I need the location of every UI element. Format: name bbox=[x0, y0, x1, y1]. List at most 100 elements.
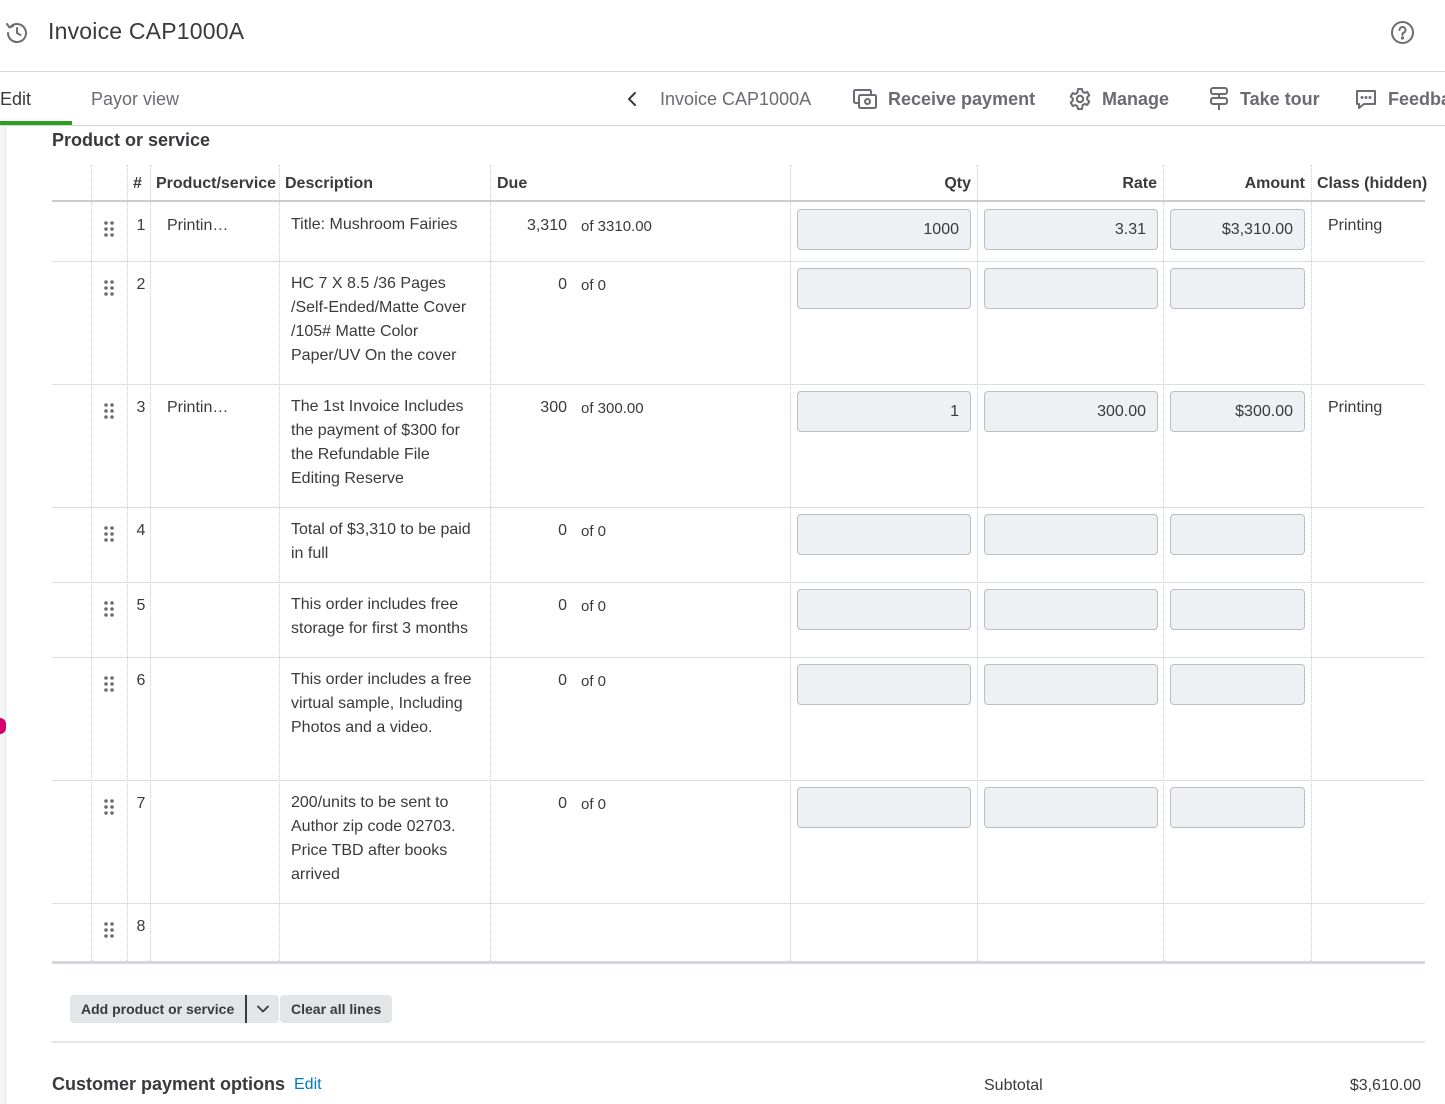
qty-input[interactable]: 1 bbox=[797, 391, 971, 432]
due-of-total: of 0 bbox=[581, 598, 607, 615]
amount-input[interactable] bbox=[1170, 589, 1305, 630]
line-number: 7 bbox=[136, 795, 146, 812]
col-description-header[interactable]: Description bbox=[285, 165, 373, 202]
col-product-header[interactable]: Product/service bbox=[156, 165, 276, 202]
feedback-button[interactable]: Feedback bbox=[1354, 86, 1445, 112]
class-cell[interactable]: Printing bbox=[1328, 399, 1382, 417]
qty-input[interactable]: 1000 bbox=[797, 209, 971, 250]
drag-handle-icon[interactable] bbox=[104, 676, 114, 692]
active-tab-indicator bbox=[0, 121, 72, 125]
qty-input[interactable] bbox=[797, 268, 971, 309]
table-bottom-border bbox=[52, 961, 1425, 964]
rate-input[interactable]: 3.31 bbox=[984, 209, 1158, 250]
history-icon[interactable] bbox=[4, 20, 30, 46]
rate-input[interactable] bbox=[984, 787, 1158, 828]
qty-input[interactable] bbox=[797, 787, 971, 828]
line-number: 2 bbox=[136, 276, 146, 293]
tab-payor-view[interactable]: Payor view bbox=[91, 89, 179, 110]
tab-edit[interactable]: Edit bbox=[0, 89, 31, 110]
rate-input[interactable] bbox=[984, 589, 1158, 630]
qty-input[interactable] bbox=[797, 589, 971, 630]
description-cell[interactable]: This order includes free storage for fir… bbox=[291, 593, 481, 641]
subtotal-label: Subtotal bbox=[984, 1077, 1043, 1094]
help-icon[interactable] bbox=[1390, 20, 1415, 45]
drag-handle-icon[interactable] bbox=[104, 403, 114, 419]
drag-handle-icon[interactable] bbox=[104, 799, 114, 815]
add-product-button[interactable]: Add product or service bbox=[70, 995, 246, 1023]
gear-icon bbox=[1069, 88, 1091, 110]
feedback-icon bbox=[1356, 90, 1376, 109]
description-cell[interactable]: This order includes a free virtual sampl… bbox=[291, 668, 481, 740]
product-cell[interactable]: Printin… bbox=[167, 399, 228, 417]
col-qty-header[interactable]: Qty bbox=[797, 165, 971, 202]
due-of-total: of 0 bbox=[581, 673, 607, 690]
add-line-menu-button[interactable] bbox=[247, 995, 280, 1023]
col-class-header[interactable]: Class (hidden) bbox=[1317, 165, 1427, 202]
due-amount: 0 bbox=[558, 672, 567, 689]
drag-handle-icon[interactable] bbox=[104, 526, 114, 542]
drag-handle-icon[interactable] bbox=[104, 601, 114, 617]
amount-input[interactable]: $300.00 bbox=[1170, 391, 1305, 432]
due-amount: 0 bbox=[558, 597, 567, 614]
drag-handle-icon[interactable] bbox=[104, 221, 114, 237]
left-rail bbox=[0, 126, 6, 1104]
amount-input[interactable] bbox=[1170, 664, 1305, 705]
line-number: 8 bbox=[136, 918, 146, 935]
chevron-left-icon[interactable] bbox=[624, 90, 640, 108]
table-row[interactable]: 6 This order includes a free virtual samp… bbox=[52, 658, 1425, 781]
payment-options-title: Customer payment options bbox=[52, 1074, 286, 1094]
nav-invoice-title[interactable]: Invoice CAP1000A bbox=[660, 89, 811, 110]
receive-payment-label: Receive payment bbox=[888, 88, 1036, 109]
table-row[interactable]: 5 This order includes free storage for fi… bbox=[52, 583, 1425, 658]
description-cell[interactable]: HC 7 X 8.5 /36 Pages /Self-Ended/Matte C… bbox=[291, 272, 481, 368]
due-of-total: of 3310.00 bbox=[581, 218, 652, 235]
table-row[interactable]: 1 Printin… Title: Mushroom Fairies 3,310 of … bbox=[52, 203, 1425, 262]
class-cell[interactable]: Printing bbox=[1328, 217, 1382, 235]
due-amount: 300 bbox=[540, 399, 567, 416]
take-tour-button[interactable]: Take tour bbox=[1208, 86, 1320, 112]
due-of-total: of 0 bbox=[581, 277, 607, 294]
description-cell[interactable]: 200/units to be sent to Author zip code … bbox=[291, 791, 481, 887]
page-header: Invoice CAP1000A bbox=[0, 0, 1445, 72]
manage-button[interactable]: Manage bbox=[1068, 86, 1169, 112]
due-of-total: of 300.00 bbox=[581, 400, 644, 417]
receive-payment-icon bbox=[853, 89, 877, 109]
amount-input[interactable]: $3,310.00 bbox=[1170, 209, 1305, 250]
due-amount: 3,310 bbox=[526, 217, 567, 234]
line-number: 1 bbox=[136, 217, 146, 234]
rate-input[interactable] bbox=[984, 268, 1158, 309]
drag-handle-icon[interactable] bbox=[104, 922, 114, 938]
amount-input[interactable] bbox=[1170, 514, 1305, 555]
line-number: 6 bbox=[136, 672, 146, 689]
marker-dot bbox=[0, 718, 6, 734]
product-cell[interactable]: Printin… bbox=[167, 217, 228, 235]
description-cell[interactable]: The 1st Invoice Includes the payment of … bbox=[291, 395, 481, 491]
clear-all-lines-button[interactable]: Clear all lines bbox=[280, 995, 393, 1023]
due-amount: 0 bbox=[558, 522, 567, 539]
amount-input[interactable] bbox=[1170, 268, 1305, 309]
qty-input[interactable] bbox=[797, 664, 971, 705]
table-row[interactable]: 4 Total of $3,310 to be paid in full 0 of 0 bbox=[52, 508, 1425, 583]
due-of-total: of 0 bbox=[581, 523, 607, 540]
rate-input[interactable] bbox=[984, 514, 1158, 555]
add-line-button-group: Add product or service bbox=[70, 995, 280, 1023]
description-cell[interactable]: Total of $3,310 to be paid in full bbox=[291, 518, 481, 566]
table-header: # Product/service Description Due Qty Ra… bbox=[52, 165, 1427, 202]
table-row[interactable]: 3 Printin… The 1st Invoice Includes the pa… bbox=[52, 385, 1425, 508]
table-row[interactable]: 2 HC 7 X 8.5 /36 Pages /Self-Ended/Matte … bbox=[52, 262, 1425, 385]
rate-input[interactable] bbox=[984, 664, 1158, 705]
table-row[interactable]: 7 200/units to be sent to Author zip code… bbox=[52, 781, 1425, 904]
rate-input[interactable]: 300.00 bbox=[984, 391, 1158, 432]
amount-input[interactable] bbox=[1170, 787, 1305, 828]
qty-input[interactable] bbox=[797, 514, 971, 555]
col-rate-header[interactable]: Rate bbox=[984, 165, 1157, 202]
drag-handle-icon[interactable] bbox=[104, 280, 114, 296]
payment-options-edit-link[interactable]: Edit bbox=[294, 1076, 322, 1094]
section-divider bbox=[52, 1041, 1425, 1043]
table-row[interactable]: 8 bbox=[52, 904, 1425, 963]
col-amount-header[interactable]: Amount bbox=[1170, 165, 1305, 202]
col-number-header: # bbox=[133, 175, 142, 192]
description-cell[interactable]: Title: Mushroom Fairies bbox=[291, 213, 481, 237]
receive-payment-button[interactable]: Receive payment bbox=[852, 86, 1035, 112]
col-due-header[interactable]: Due bbox=[497, 165, 527, 202]
